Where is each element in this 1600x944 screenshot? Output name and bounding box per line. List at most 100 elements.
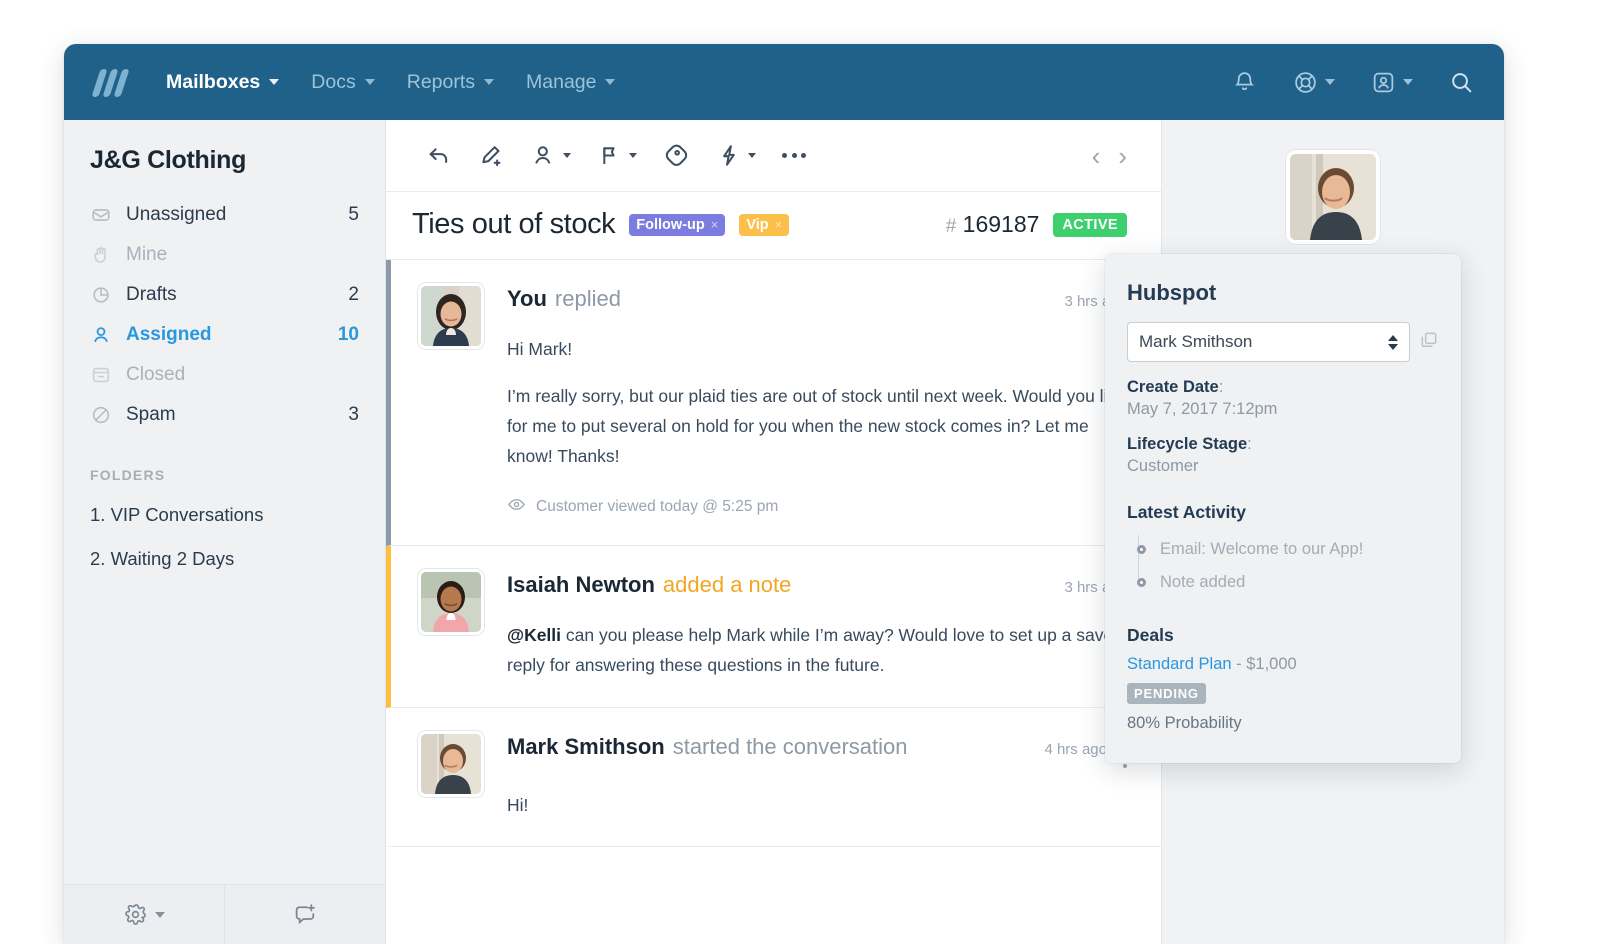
chevron-down-icon [1325,79,1335,85]
hubspot-activity-list: Email: Welcome to our App! Note added [1127,533,1439,599]
archive-icon [90,364,112,386]
agent-isaiah-avatar [421,572,481,633]
sidebar-item-count: 3 [348,404,359,425]
tag-vip[interactable]: Vip × [739,213,790,236]
sidebar-item-label: Closed [126,364,186,385]
envelope-icon [90,204,112,226]
settings-gear-icon[interactable] [64,885,224,944]
sidebar-item-label: Drafts [126,284,177,305]
nav-item-reports[interactable]: Reports [391,65,510,100]
edit-pencil-add-icon[interactable] [465,136,518,175]
flag-status-icon[interactable] [584,136,650,175]
nav-item-mailboxes[interactable]: Mailboxes [150,65,295,100]
message-text: @Kelli can you please help Mark while I’… [507,620,1127,680]
conversation-pager: ‹ › [1092,143,1127,169]
notifications-bell-icon[interactable] [1232,70,1257,95]
nav-icon-group [1232,70,1474,95]
remove-tag-icon[interactable]: × [711,217,719,232]
assign-person-icon[interactable] [518,136,584,175]
hubspot-deals-title: Deals [1127,625,1174,645]
hubspot-field-label: Create Date: [1127,378,1439,397]
sidebar-item-drafts[interactable]: Drafts 2 [64,275,385,315]
hand-icon [90,244,112,266]
hubspot-field-lifecycle-stage: Lifecycle Stage: Customer [1127,435,1439,476]
hubspot-deal-status-badge: PENDING [1127,683,1206,704]
mention: @Kelli [507,625,562,646]
workflow-bolt-icon[interactable] [703,136,769,175]
tag-follow-up[interactable]: Follow-up × [629,213,726,236]
mailbox-sidebar: J&G Clothing Unassigned 5 Mine Drafts 2 … [64,120,386,944]
hubspot-latest-activity-title: Latest Activity [1127,502,1246,522]
nav-item-docs[interactable]: Docs [295,65,390,100]
person-icon [90,324,112,346]
message-paragraph: I’m really sorry, but our plaid ties are… [507,386,1126,467]
message-paragraph: @Kelli can you please help Mark while I’… [507,620,1127,680]
sidebar-item-closed[interactable]: Closed [64,355,385,395]
lifesaver-help-icon[interactable] [1293,70,1335,95]
helpscout-logo-icon[interactable] [90,65,132,99]
message-action: started the conversation [672,733,908,759]
hubspot-field-value: May 7, 2017 7:12pm [1127,400,1278,418]
hubspot-field-label-text: Create Date [1127,378,1219,396]
message-header: Mark Smithson started the conversation 4… [507,734,1127,768]
sidebar-item-mine[interactable]: Mine [64,235,385,275]
hubspot-deal-amount: $1,000 [1246,655,1297,673]
folders-section-heading: FOLDERS [90,467,166,483]
sidebar-item-label: Unassigned [126,204,227,225]
timeline-dot-icon [1137,578,1146,587]
hubspot-panel: Hubspot Mark Smithson Create Date: May 7… [1105,254,1461,763]
message-author: You [507,286,547,311]
sidebar-folder-waiting-2-days[interactable]: 2. Waiting 2 Days [64,537,385,581]
tag-label: Follow-up [636,216,705,233]
sidebar-item-count: 10 [337,324,359,345]
message-paragraph: Hi Mark! [507,339,573,359]
message-body: Isaiah Newton added a note 3 hrs ago @Ke… [507,572,1127,680]
message-body: You replied 3 hrs ago Hi Mark! I’m reall… [507,286,1127,519]
customer-mark-avatar [1290,154,1376,240]
eye-viewed-icon [507,495,526,519]
timeline-dot-icon [1137,545,1146,554]
search-icon[interactable] [1449,70,1474,95]
conversation-title: Ties out of stock [412,208,616,240]
conversation-panel: ‹ › Ties out of stock Follow-up × Vip × … [386,120,1162,944]
previous-conversation-button[interactable]: ‹ [1092,143,1101,169]
user-account-icon[interactable] [1371,70,1413,95]
more-options-icon[interactable] [769,147,819,164]
blocked-icon [90,404,112,426]
tag-icon[interactable] [650,136,703,175]
chevron-down-icon [484,79,495,85]
message-paragraph-rest: can you please help Mark while I’m away?… [507,625,1123,676]
message-header: You replied 3 hrs ago [507,286,1127,312]
conversation-number: # 169187 [946,211,1040,238]
hubspot-field-colon: : [1247,435,1252,453]
app-window: Mailboxes Docs Reports Manage J&G Clothi… [64,44,1504,944]
sidebar-item-spam[interactable]: Spam 3 [64,395,385,435]
sidebar-item-label: Spam [126,404,176,425]
nav-item-label: Docs [311,70,356,93]
top-navigation-bar: Mailboxes Docs Reports Manage [64,44,1504,120]
hubspot-contact-row: Mark Smithson [1127,322,1439,362]
sidebar-scroll-area: J&G Clothing Unassigned 5 Mine Drafts 2 … [64,120,385,884]
hubspot-deal-row[interactable]: Standard Plan - $1,000 [1127,655,1439,674]
reply-icon[interactable] [412,136,465,175]
hubspot-field-value: Customer [1127,457,1199,475]
message-item: Isaiah Newton added a note 3 hrs ago @Ke… [386,546,1161,708]
hubspot-activity-item[interactable]: Note added [1134,566,1439,599]
message-viewed-status: Customer viewed today @ 5:25 pm [507,495,1127,519]
message-header: Isaiah Newton added a note 3 hrs ago [507,572,1127,598]
nav-item-manage[interactable]: Manage [510,65,631,100]
hubspot-contact-select[interactable]: Mark Smithson [1127,322,1410,362]
hubspot-deal-probability: 80% Probability [1127,714,1242,732]
external-link-icon[interactable] [1419,330,1439,355]
new-conversation-icon[interactable] [224,885,385,944]
message-body: Mark Smithson started the conversation 4… [507,734,1127,820]
sidebar-item-assigned[interactable]: Assigned 10 [64,315,385,355]
next-conversation-button[interactable]: › [1118,143,1127,169]
sidebar-folder-vip-conversations[interactable]: 1. VIP Conversations [64,493,385,537]
status-badge: ACTIVE [1053,212,1127,237]
message-text: Hi Mark! I’m really sorry, but our plaid… [507,334,1127,471]
sidebar-item-unassigned[interactable]: Unassigned 5 [64,195,385,235]
mailbox-title: J&G Clothing [90,146,247,174]
remove-tag-icon[interactable]: × [775,217,783,232]
hubspot-activity-item[interactable]: Email: Welcome to our App! [1134,533,1439,566]
